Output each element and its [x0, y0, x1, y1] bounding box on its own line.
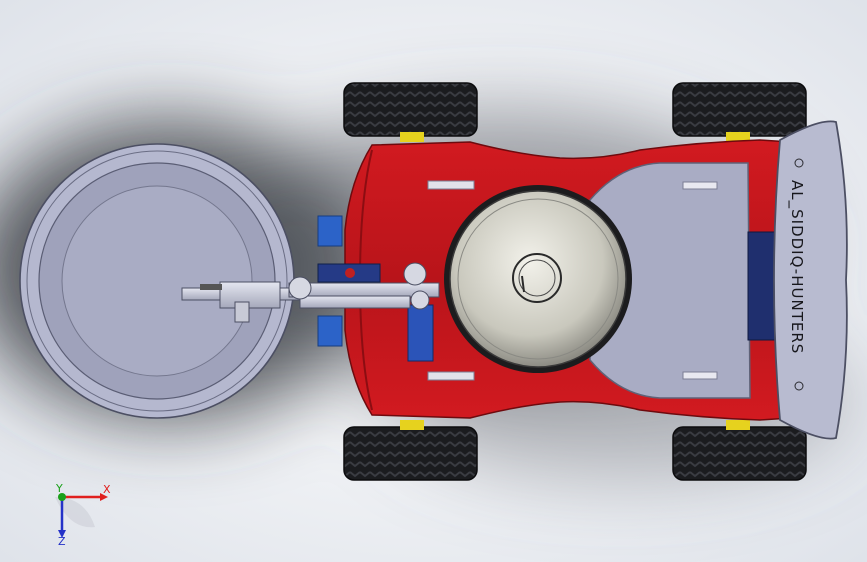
spoiler-brand-text: AL_SIDDIQ-HUNTERS [787, 180, 806, 354]
y-axis-label: Y [55, 482, 63, 495]
module-led [345, 268, 355, 278]
model-canvas: AL_SIDDIQ-HUNTERS X Y Z [0, 0, 867, 562]
collector-bowl [19, 143, 295, 419]
panel-slot-top [682, 181, 718, 190]
arm-gripper-tip [200, 284, 222, 290]
rear-spoiler [773, 120, 848, 440]
chassis-slot-bottom [427, 371, 475, 381]
z-axis-label: Z [58, 535, 66, 548]
x-axis-label: X [103, 483, 111, 496]
cad-viewport[interactable]: AL_SIDDIQ-HUNTERS X Y Z [0, 0, 867, 562]
sensor-left [317, 215, 343, 247]
panel-slot-bottom [682, 371, 718, 380]
wheel-rear-left [672, 82, 807, 142]
servo-motor [407, 304, 434, 362]
sensor-right [317, 315, 343, 347]
wheel-rear-right [672, 420, 807, 481]
sensor-dome [444, 185, 632, 373]
wheel-front-left [343, 82, 478, 142]
chassis-slot-top [427, 180, 475, 190]
wheel-front-right [343, 420, 478, 481]
